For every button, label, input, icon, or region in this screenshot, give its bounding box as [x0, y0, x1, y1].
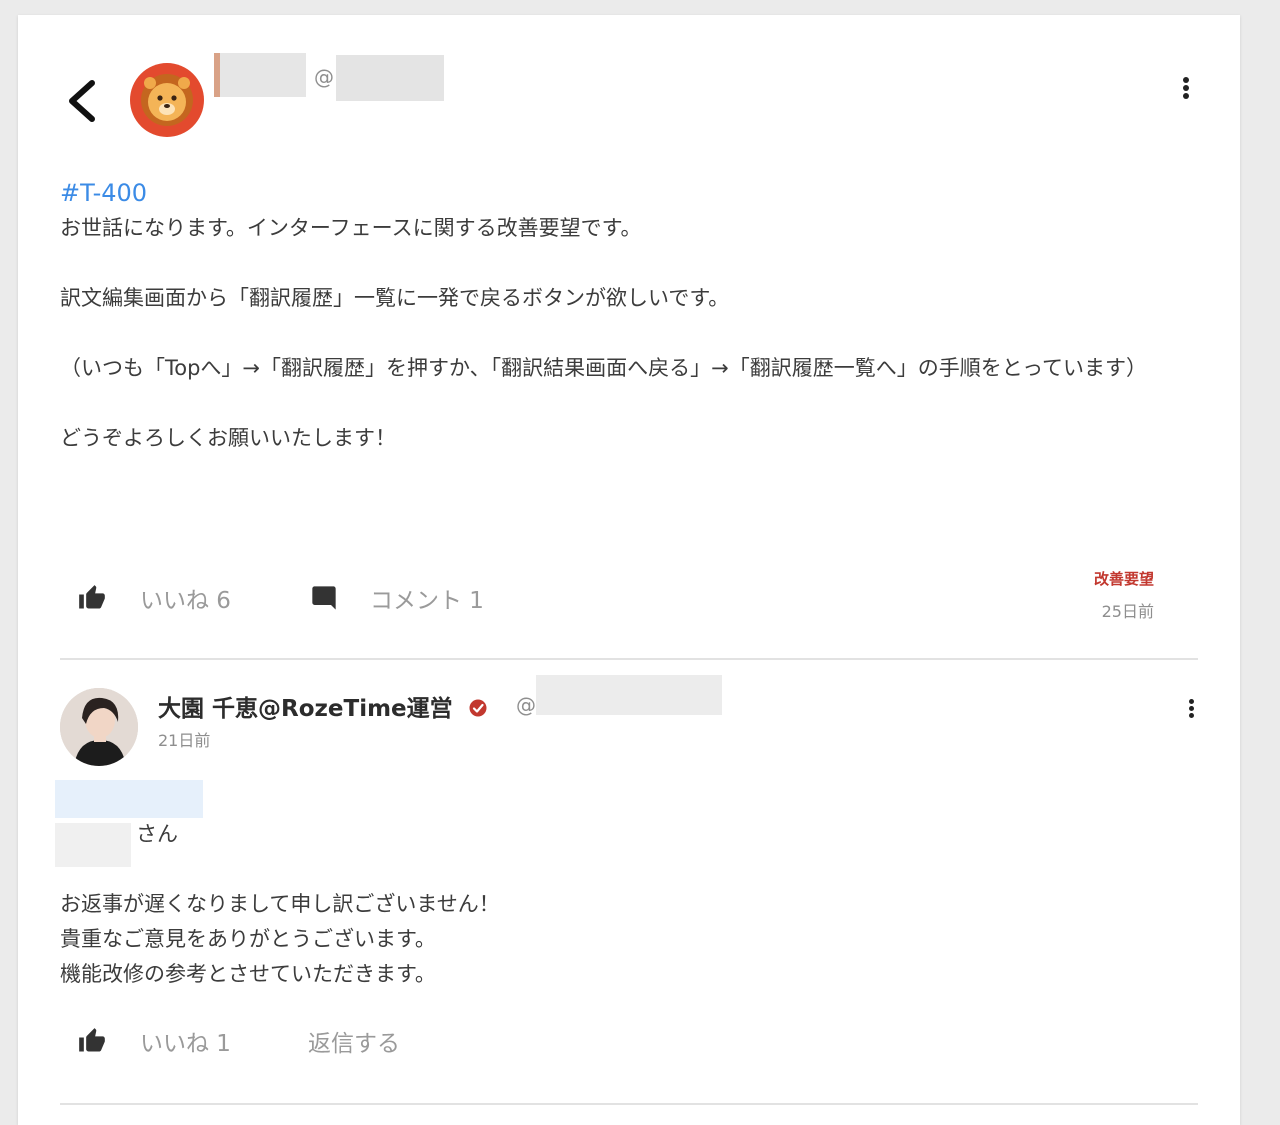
redacted-commenter-handle — [536, 675, 722, 715]
commenter-avatar[interactable] — [60, 688, 138, 766]
thumbs-up-icon — [78, 584, 106, 612]
comment-line: お返事が遅くなりまして申し訳ございません！ — [60, 892, 500, 916]
category-badge: 改善要望 — [1093, 570, 1154, 588]
comment-body: お返事が遅くなりまして申し訳ございません！ 貴重なご意見をありがとうございます。… — [60, 815, 1160, 992]
comment-count-label: コメント 1 — [370, 588, 484, 614]
post-line: どうぞよろしくお願いいたします！ — [60, 426, 396, 450]
redacted-display-name — [214, 53, 306, 97]
handle-prefix: @ — [314, 65, 334, 89]
mention-link[interactable] — [55, 780, 203, 818]
commenter-handle-prefix: @ — [516, 693, 536, 717]
comment-button[interactable]: コメント 1 — [310, 581, 484, 615]
lion-avatar[interactable] — [130, 63, 204, 137]
comment-like-button[interactable]: いいね 1 — [78, 1024, 231, 1058]
verified-icon — [469, 697, 487, 723]
post-card: @ #T-400 お世話になります。インターフェースに関する改善要望です。 訳文… — [18, 15, 1240, 1125]
post-line: 訳文編集画面から「翻訳履歴」一覧に一発で戻るボタンが欲しいです。 — [60, 286, 730, 310]
comment-line: 機能改修の参考とさせていただきます。 — [60, 962, 436, 986]
reply-button[interactable]: 返信する — [308, 1024, 400, 1058]
commenter-name-text: 大園 千恵@RozeTime運営 — [158, 696, 453, 722]
post-line: お世話になります。インターフェースに関する改善要望です。 — [60, 216, 642, 240]
comment-timestamp: 21日前 — [158, 731, 211, 750]
comment-more-vert-icon[interactable] — [1184, 697, 1198, 727]
back-icon[interactable] — [62, 77, 102, 125]
more-vert-icon[interactable] — [1179, 75, 1193, 105]
hashtag-link[interactable]: #T-400 — [60, 175, 1200, 211]
divider — [60, 1103, 1198, 1105]
thumbs-up-icon — [78, 1027, 106, 1055]
like-count-label: いいね 6 — [140, 588, 231, 614]
divider — [60, 658, 1198, 660]
comment-like-count-label: いいね 1 — [140, 1031, 231, 1057]
comment-line: 貴重なご意見をありがとうございます。 — [60, 927, 436, 951]
redacted-handle — [336, 55, 444, 101]
post-timestamp: 25日前 — [1101, 602, 1154, 621]
post-line: （いつも「Topへ」→「翻訳履歴」を押すか、「翻訳結果画面へ戻る」→「翻訳履歴一… — [60, 356, 1148, 380]
post-body: #T-400 お世話になります。インターフェースに関する改善要望です。 訳文編集… — [60, 175, 1200, 456]
commenter-name[interactable]: 大園 千恵@RozeTime運営 — [158, 689, 487, 723]
like-button[interactable]: いいね 6 — [78, 581, 231, 615]
